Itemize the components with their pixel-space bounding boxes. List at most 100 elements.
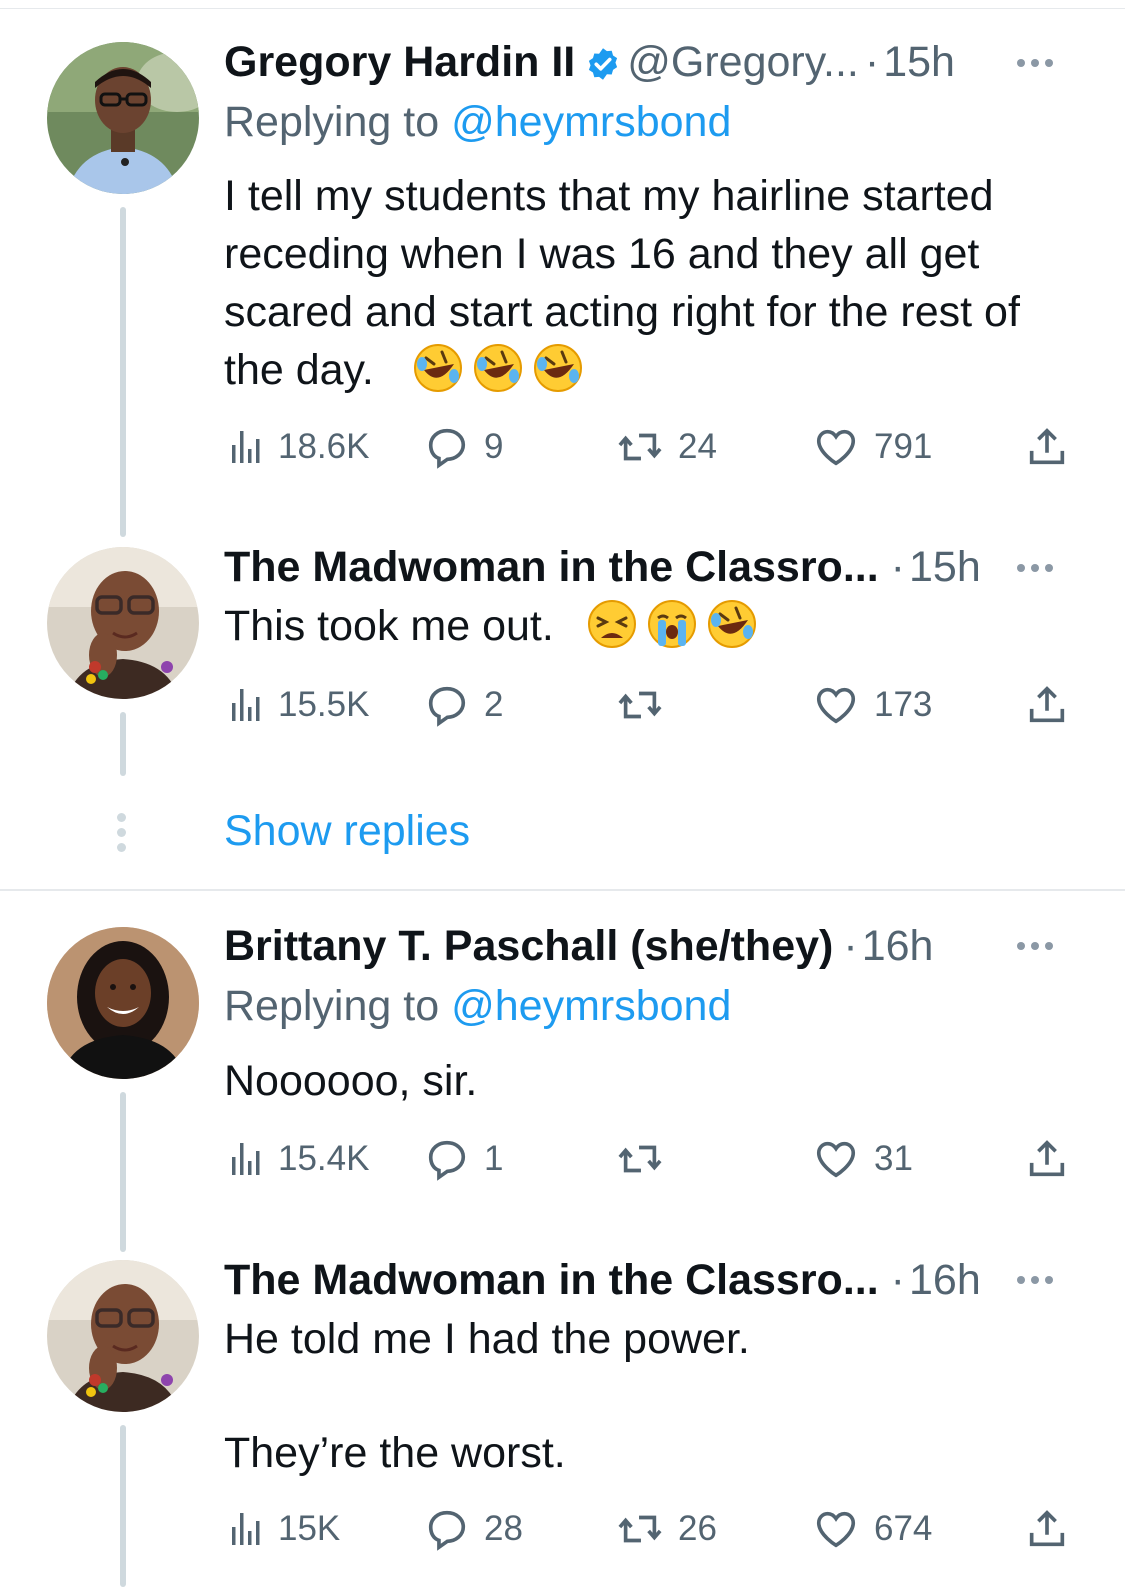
share-icon — [1029, 686, 1065, 723]
like-button[interactable]: 674 — [812, 1506, 932, 1552]
more-options-icon[interactable] — [1017, 561, 1061, 575]
show-replies-link[interactable]: Show replies — [224, 805, 470, 857]
like-button[interactable]: 31 — [812, 1136, 913, 1182]
reply-button[interactable]: 9 — [424, 424, 503, 470]
heart-icon — [816, 687, 856, 724]
replying-to: Replying to @heymrsbond — [224, 980, 731, 1032]
retweet-icon — [618, 433, 662, 461]
timestamp[interactable]: 16h — [909, 1256, 981, 1304]
like-count: 31 — [874, 1139, 913, 1178]
rolling-on-floor-laughing-emoji-icon — [472, 342, 524, 409]
reply-count: 9 — [484, 427, 504, 466]
weary-face-emoji-icon — [586, 598, 638, 665]
like-count: 674 — [874, 1509, 933, 1548]
share-button[interactable] — [1024, 1506, 1070, 1552]
tweet-header: Brittany T. Paschall (she/they) ·16h — [224, 920, 933, 972]
share-button[interactable] — [1024, 424, 1070, 470]
tweet-text-content: I tell my students that my hairline star… — [224, 172, 1020, 394]
views-count: 15K — [278, 1509, 341, 1548]
like-count: 791 — [874, 427, 933, 466]
tweet-actions: 15.4K 1 31 — [224, 1136, 1084, 1182]
tweet-text: This took me out. — [224, 597, 1084, 665]
like-button[interactable]: 173 — [812, 682, 932, 728]
thread-continuation-icon — [117, 813, 129, 852]
retweet-icon — [618, 1145, 662, 1173]
views-count: 15.4K — [278, 1139, 370, 1178]
tweet-text-line: He told me I had the power. — [224, 1315, 750, 1363]
timestamp[interactable]: 15h — [883, 38, 955, 86]
retweet-count: 26 — [678, 1509, 717, 1548]
timestamp[interactable]: 16h — [862, 922, 934, 970]
avatar[interactable] — [47, 42, 199, 194]
replying-to-handle[interactable]: @heymrsbond — [451, 98, 731, 146]
views-icon — [232, 1513, 260, 1545]
share-button[interactable] — [1024, 682, 1070, 728]
views-icon — [232, 1143, 260, 1175]
verified-badge-icon — [585, 42, 621, 94]
tweet-header: Gregory Hardin II @Gregory... ·15h — [224, 36, 955, 94]
replying-to-handle[interactable]: @heymrsbond — [451, 982, 731, 1030]
views-button[interactable]: 15.4K — [224, 1136, 369, 1182]
tweet-text-content: Noooooo, sir. — [224, 1057, 478, 1105]
share-icon — [1029, 1510, 1065, 1547]
separator-dot: · — [890, 543, 905, 591]
avatar[interactable] — [47, 1260, 199, 1412]
thread-line — [120, 207, 126, 537]
top-divider — [0, 8, 1125, 9]
author-name[interactable]: The Madwoman in the Classro... — [224, 1256, 879, 1304]
reply-icon — [428, 1510, 466, 1551]
share-icon — [1029, 1140, 1065, 1177]
retweet-button[interactable] — [616, 1136, 678, 1182]
reply-button[interactable]: 28 — [424, 1506, 523, 1552]
views-button[interactable]: 15.5K — [224, 682, 369, 728]
retweet-icon — [618, 691, 662, 719]
tweet-text: He told me I had the power. They’re the … — [224, 1310, 1084, 1482]
author-name[interactable]: Brittany T. Paschall (she/they) — [224, 922, 833, 970]
author-name[interactable]: Gregory Hardin II — [224, 38, 575, 86]
rolling-on-floor-laughing-emoji-icon — [412, 342, 464, 409]
heart-icon — [816, 429, 856, 466]
thread-line — [120, 712, 126, 776]
more-options-icon[interactable] — [1017, 939, 1061, 953]
separator-dot: · — [843, 922, 858, 970]
author-name[interactable]: The Madwoman in the Classro... — [224, 543, 879, 591]
timestamp[interactable]: 15h — [909, 543, 981, 591]
tweet-text-line: They’re the worst. — [224, 1429, 566, 1477]
reply-icon — [428, 428, 466, 469]
reply-count: 1 — [484, 1139, 504, 1178]
reply-button[interactable]: 1 — [424, 1136, 503, 1182]
like-button[interactable]: 791 — [812, 424, 932, 470]
retweet-button[interactable]: 24 — [616, 424, 717, 470]
like-count: 173 — [874, 685, 933, 724]
rolling-on-floor-laughing-emoji-icon — [706, 598, 758, 665]
reply-button[interactable]: 2 — [424, 682, 503, 728]
heart-icon — [816, 1511, 856, 1548]
loudly-crying-face-emoji-icon — [646, 598, 698, 665]
reply-count: 2 — [484, 685, 504, 724]
tweet-header: The Madwoman in the Classro... ·15h — [224, 541, 981, 593]
reply-count: 28 — [484, 1509, 523, 1548]
more-options-icon[interactable] — [1017, 1273, 1061, 1287]
avatar[interactable] — [47, 927, 199, 1079]
thread-line — [120, 1092, 126, 1252]
views-icon — [232, 689, 260, 721]
heart-icon — [816, 1141, 856, 1178]
more-options-icon[interactable] — [1017, 56, 1061, 70]
share-button[interactable] — [1024, 1136, 1070, 1182]
views-button[interactable]: 18.6K — [224, 424, 369, 470]
author-handle[interactable]: @Gregory... — [627, 38, 859, 86]
views-count: 15.5K — [278, 685, 370, 724]
retweet-button[interactable] — [616, 682, 678, 728]
views-button[interactable]: 15K — [224, 1506, 340, 1552]
reply-icon — [428, 686, 466, 727]
thread-divider — [0, 889, 1125, 891]
retweet-icon — [618, 1515, 662, 1543]
retweet-button[interactable]: 26 — [616, 1506, 717, 1552]
replying-to: Replying to @heymrsbond — [224, 96, 731, 148]
replying-to-label: Replying to — [224, 98, 440, 146]
tweet-actions: 15K 28 26 674 — [224, 1506, 1084, 1552]
reply-icon — [428, 1140, 466, 1181]
thread-line — [120, 1425, 126, 1587]
avatar[interactable] — [47, 547, 199, 699]
separator-dot: · — [864, 38, 880, 86]
